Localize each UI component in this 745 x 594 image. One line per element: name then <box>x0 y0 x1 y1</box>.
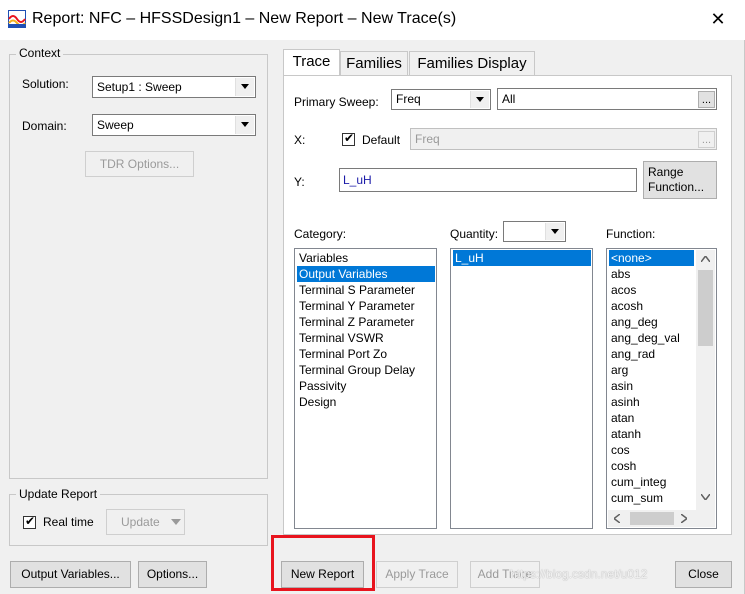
primary-sweep-range-field[interactable]: All ... <box>497 88 717 110</box>
chevron-down-icon[interactable] <box>235 78 254 96</box>
chevron-down-icon[interactable] <box>470 91 489 108</box>
domain-dropdown[interactable]: Sweep <box>92 114 256 136</box>
category-list-item[interactable]: Terminal Group Delay <box>297 362 417 378</box>
tdr-options-button[interactable]: TDR Options... <box>85 151 194 177</box>
function-list-item[interactable]: cos <box>609 442 632 458</box>
function-list-item[interactable]: cosh <box>609 458 638 474</box>
y-expression-value: L_uH <box>343 173 372 187</box>
options-button[interactable]: Options... <box>138 561 207 588</box>
update-button-label: Update <box>121 515 160 529</box>
category-list-item[interactable]: Design <box>297 394 338 410</box>
function-list-item[interactable]: atanh <box>609 426 643 442</box>
category-label: Category: <box>294 227 347 241</box>
x-expression-field[interactable]: Freq ... <box>410 128 717 150</box>
chevron-left-icon[interactable] <box>614 514 620 523</box>
context-group-label: Context <box>16 46 64 60</box>
function-list-item[interactable]: cum_sum <box>609 490 665 506</box>
function-list-item[interactable]: asinh <box>609 394 642 410</box>
function-list-item[interactable]: <none> <box>609 250 694 266</box>
category-list[interactable]: Variables Output Variables Terminal S Para… <box>294 248 437 529</box>
x-expression-value: Freq <box>415 132 440 146</box>
x-label: X: <box>294 133 306 147</box>
update-button[interactable]: Update <box>106 509 185 535</box>
function-list-item[interactable]: ang_rad <box>609 346 657 362</box>
function-horizontal-scrollbar-thumb[interactable] <box>630 512 674 525</box>
range-function-line2: Function... <box>648 180 705 194</box>
title-bar: Report: NFC – HFSSDesign1 – New Report –… <box>0 0 745 40</box>
primary-sweep-ellipsis-button[interactable]: ... <box>698 91 715 108</box>
quantity-filter-dropdown[interactable] <box>503 221 566 242</box>
function-list-item[interactable]: abs <box>609 266 632 282</box>
tab-families-display[interactable]: Families Display <box>409 51 535 76</box>
primary-sweep-label: Primary Sweep: <box>294 95 379 109</box>
function-vertical-scrollbar[interactable] <box>696 250 715 510</box>
function-horizontal-scrollbar[interactable] <box>608 510 715 527</box>
function-vertical-scrollbar-thumb[interactable] <box>698 270 713 346</box>
function-list-item[interactable]: asin <box>609 378 635 394</box>
report-dialog: Report: NFC – HFSSDesign1 – New Report –… <box>0 0 745 594</box>
domain-label: Domain: <box>22 119 67 133</box>
primary-sweep-range-value: All <box>502 92 516 106</box>
function-list-item[interactable]: cum_integ <box>609 474 668 490</box>
function-list-item[interactable]: acos <box>609 282 638 298</box>
primary-sweep-value: Freq <box>396 92 421 106</box>
tab-families[interactable]: Families <box>340 51 408 76</box>
chevron-down-icon[interactable] <box>701 494 710 500</box>
range-function-line1: Range <box>648 165 684 179</box>
hfss-app-icon <box>8 10 26 28</box>
category-list-item[interactable]: Passivity <box>297 378 348 394</box>
y-expression-field[interactable]: L_uH <box>339 168 637 192</box>
primary-sweep-dropdown[interactable]: Freq <box>391 89 491 110</box>
chevron-down-icon[interactable] <box>545 223 564 240</box>
chevron-down-icon <box>171 519 181 525</box>
solution-value: Setup1 : Sweep <box>97 80 182 94</box>
apply-trace-button[interactable]: Apply Trace <box>376 561 458 588</box>
new-report-button[interactable]: New Report <box>281 561 364 588</box>
close-window-icon[interactable]: ✕ <box>707 8 729 30</box>
domain-value: Sweep <box>97 118 134 132</box>
category-list-item[interactable]: Terminal S Parameter <box>297 282 417 298</box>
chevron-up-icon[interactable] <box>701 256 710 262</box>
solution-label: Solution: <box>22 77 69 91</box>
function-list-item[interactable]: ang_deg_val <box>609 330 682 346</box>
function-list-item[interactable]: acosh <box>609 298 645 314</box>
category-list-item[interactable]: Terminal Y Parameter <box>297 298 417 314</box>
realtime-checkbox[interactable] <box>23 514 36 529</box>
range-function-button[interactable]: Range Function... <box>643 161 717 199</box>
category-list-item[interactable]: Terminal VSWR <box>297 330 386 346</box>
function-list[interactable]: <none> abs acos acosh ang_deg ang_deg_val ang_… <box>606 248 717 529</box>
watermark-text: https://blog.csdn.net/u012 <box>510 567 648 581</box>
x-ellipsis-button[interactable]: ... <box>698 131 715 148</box>
window-title: Report: NFC – HFSSDesign1 – New Report –… <box>32 10 457 27</box>
category-list-item[interactable]: Variables <box>297 250 350 266</box>
solution-dropdown[interactable]: Setup1 : Sweep <box>92 76 256 98</box>
default-label: Default <box>362 133 401 147</box>
quantity-label: Quantity: <box>450 227 499 241</box>
y-label: Y: <box>294 175 305 189</box>
realtime-label: Real time <box>43 515 94 529</box>
tab-trace[interactable]: Trace <box>283 49 340 76</box>
chevron-down-icon[interactable] <box>235 116 254 134</box>
function-label: Function: <box>606 227 656 241</box>
function-list-item[interactable]: atan <box>609 410 636 426</box>
category-list-item[interactable]: Output Variables <box>297 266 435 282</box>
default-checkbox[interactable] <box>342 131 355 146</box>
function-list-item[interactable]: arg <box>609 362 630 378</box>
chevron-right-icon[interactable] <box>681 514 687 523</box>
output-variables-button[interactable]: Output Variables... <box>10 561 131 588</box>
function-list-item[interactable]: ang_deg <box>609 314 660 330</box>
category-list-item[interactable]: Terminal Port Zo <box>297 346 389 362</box>
update-report-group-label: Update Report <box>16 487 101 501</box>
category-list-item[interactable]: Terminal Z Parameter <box>297 314 416 330</box>
quantity-list[interactable]: L_uH <box>450 248 593 529</box>
close-button[interactable]: Close <box>675 561 732 588</box>
quantity-list-item[interactable]: L_uH <box>453 250 591 266</box>
